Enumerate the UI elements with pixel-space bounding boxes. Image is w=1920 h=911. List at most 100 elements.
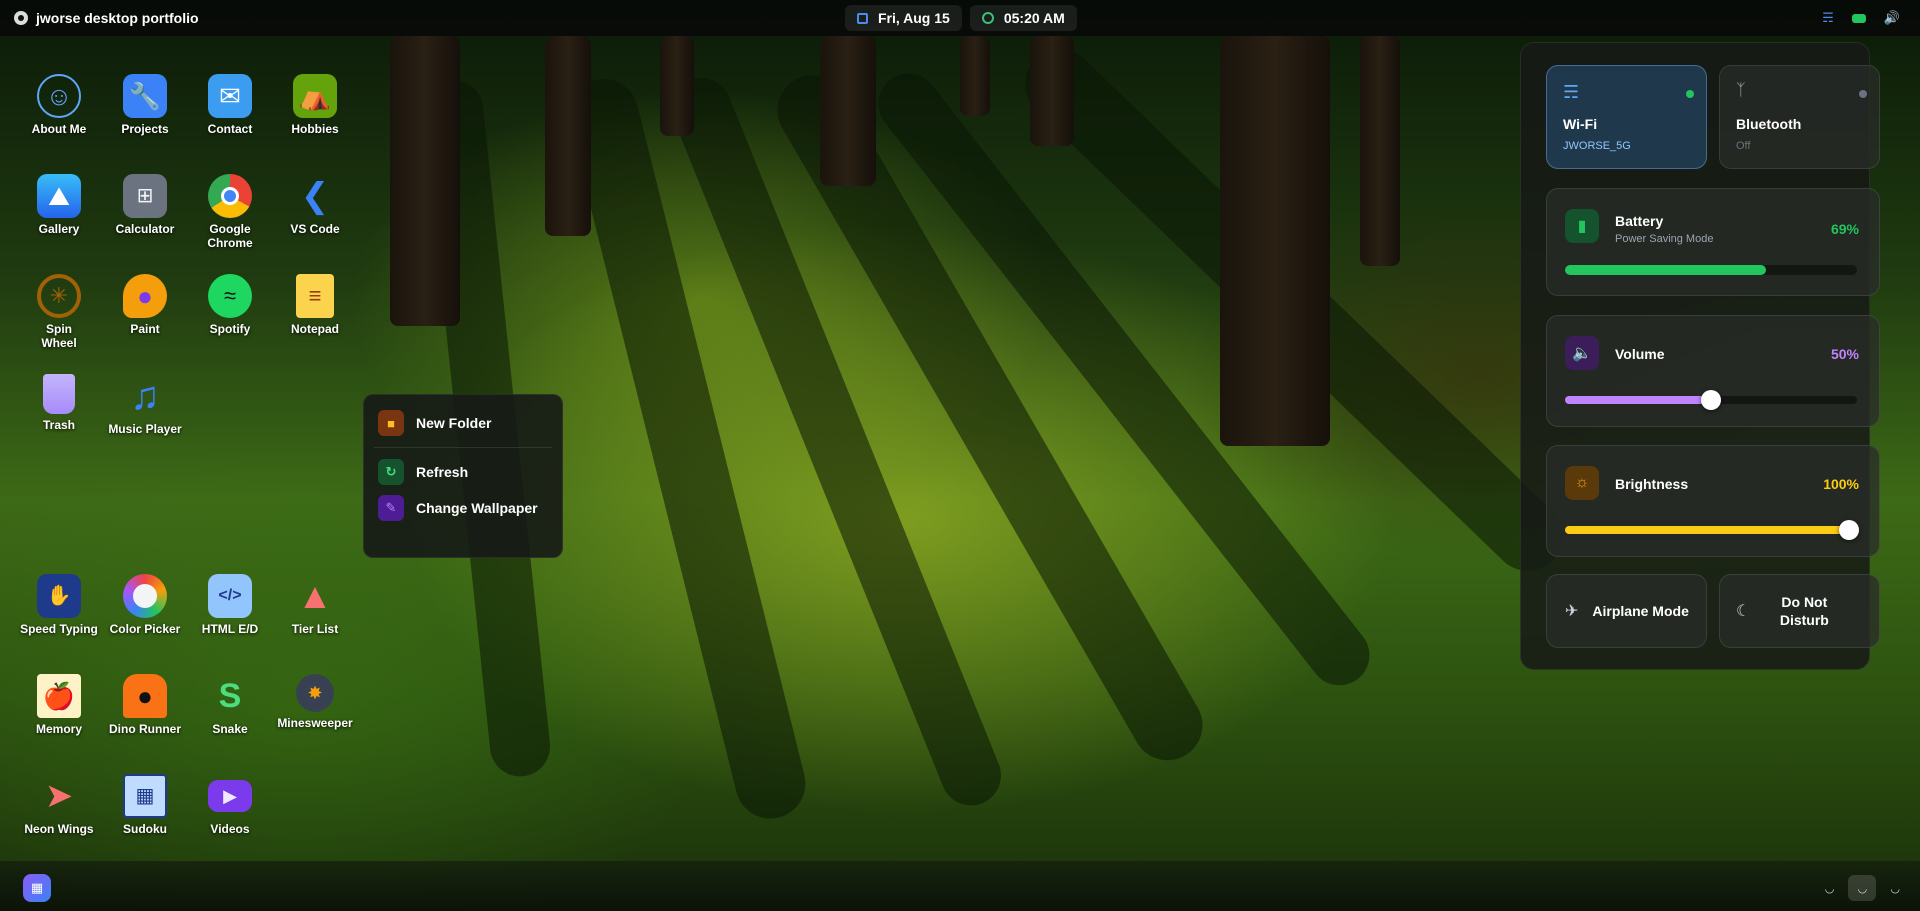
github-icon xyxy=(14,11,28,25)
battery-card: ▮ Battery Power Saving Mode 69% xyxy=(1546,188,1880,296)
refresh-icon: ↻ xyxy=(378,459,404,485)
icon-label: Color Picker xyxy=(109,622,181,636)
datetime: Fri, Aug 15 05:20 AM xyxy=(845,5,1077,31)
pyramid-icon: ▲ xyxy=(297,575,333,616)
menu-item-label: Refresh xyxy=(416,464,469,480)
desktop-icon-projects[interactable]: 🔧 Projects xyxy=(103,74,187,136)
start-button[interactable]: ▦ xyxy=(23,874,51,902)
brightness-label: Brightness xyxy=(1615,476,1689,492)
battery-icon[interactable] xyxy=(1851,13,1866,23)
moon-icon: ☾ xyxy=(1736,603,1751,620)
icon-label: Spin Wheel xyxy=(41,322,77,350)
signal-bars-icon: ◡ xyxy=(1857,882,1868,895)
volume-icon[interactable]: 🔊 xyxy=(1884,10,1900,26)
control-center: ☴ Wi-Fi JWORSE_5G ᛉ Bluetooth Off ▮ Batt… xyxy=(1520,42,1880,670)
vscode-icon: ❮ xyxy=(300,177,330,215)
icon-label: Hobbies xyxy=(291,122,339,136)
airplane-mode-button[interactable]: ✈ Airplane Mode xyxy=(1546,574,1707,648)
desktop-icon-google-chrome[interactable]: Google Chrome xyxy=(188,174,272,250)
date-text: Fri, Aug 15 xyxy=(878,10,950,26)
desktop-icon-contact[interactable]: ✉ Contact xyxy=(188,74,272,136)
desktop-icon-snake[interactable]: S Snake xyxy=(188,674,272,736)
volume-slider-handle[interactable] xyxy=(1701,390,1721,410)
time-pill[interactable]: 05:20 AM xyxy=(969,5,1077,31)
color-wheel-icon xyxy=(123,574,167,618)
brand[interactable]: jworse desktop portfolio xyxy=(14,10,199,26)
taskbar: ▦ ◡ ◡ ◡ xyxy=(0,861,1920,911)
wheel-icon: ✳ xyxy=(37,274,81,318)
volume-slider-fill xyxy=(1565,396,1711,404)
icon-label: HTML E/D xyxy=(201,622,259,636)
icon-label: Spotify xyxy=(209,322,251,336)
icon-label: Calculator xyxy=(115,222,175,236)
brightness-card: ☼ Brightness 100% xyxy=(1546,445,1880,557)
airplane-icon: ✈ xyxy=(1565,603,1579,620)
sun-icon: ☼ xyxy=(1565,466,1599,500)
battery-bar xyxy=(1565,265,1857,275)
spotify-icon: ≈ xyxy=(208,274,252,318)
desktop-icon-speed-typing[interactable]: ✋ Speed Typing xyxy=(17,574,101,636)
desktop-icon-tier-list[interactable]: ▲ Tier List xyxy=(273,574,357,637)
desktop-context-menu: ■ New Folder ↻ Refresh ✎ Change Wallpape… xyxy=(363,394,563,558)
desktop-icon-html-ed[interactable]: </> HTML E/D xyxy=(188,574,272,636)
speaker-icon: 🔈 xyxy=(1565,336,1599,370)
brightness-percent: 100% xyxy=(1823,476,1859,492)
icon-label: Dino Runner xyxy=(109,722,181,736)
desktop-icon-music-player[interactable]: ♫ Music Player xyxy=(103,374,187,436)
control-center-button[interactable]: ◡ xyxy=(1848,875,1877,901)
brightness-slider-handle[interactable] xyxy=(1839,520,1859,540)
menu-item-new-folder[interactable]: ■ New Folder xyxy=(374,405,552,441)
desktop-icon-spotify[interactable]: ≈ Spotify xyxy=(188,274,272,336)
icon-label: Projects xyxy=(121,122,169,136)
top-bar: jworse desktop portfolio Fri, Aug 15 05:… xyxy=(0,0,1920,36)
volume-slider[interactable] xyxy=(1565,390,1857,410)
cards-icon: 🍎 xyxy=(37,674,81,718)
icon-label: Contact xyxy=(207,122,253,136)
notepad-icon: ≡ xyxy=(296,274,334,318)
wifi-icon[interactable]: ☴ xyxy=(1822,10,1834,26)
desktop-icon-neon-wings[interactable]: ➤ Neon Wings xyxy=(17,774,101,836)
dino-icon: ● xyxy=(123,674,167,718)
desktop-icon-notepad[interactable]: ≡ Notepad xyxy=(273,274,357,336)
do-not-disturb-button[interactable]: ☾ Do Not Disturb xyxy=(1719,574,1880,648)
desktop-icon-trash[interactable]: Trash xyxy=(17,374,101,432)
desktop-icon-about-me[interactable]: ☺ About Me xyxy=(17,74,101,136)
desktop-icon-calculator[interactable]: ⊞ Calculator xyxy=(103,174,187,236)
desktop-icon-vs-code[interactable]: ❮ VS Code xyxy=(273,174,357,236)
desktop-icon-dino-runner[interactable]: ● Dino Runner xyxy=(103,674,187,736)
desktop-icon-color-picker[interactable]: Color Picker xyxy=(103,574,187,636)
desktop-icon-paint[interactable]: ● Paint xyxy=(103,274,187,336)
notification-icon[interactable]: ◡ xyxy=(1890,882,1900,895)
bluetooth-toggle[interactable]: ᛉ Bluetooth Off xyxy=(1719,65,1880,169)
icon-label: Paint xyxy=(130,322,160,336)
desktop-icon-memory[interactable]: 🍎 Memory xyxy=(17,674,101,736)
desktop-icon-videos[interactable]: ▶ Videos xyxy=(188,774,272,836)
icon-label: Memory xyxy=(35,722,82,736)
icon-label: Minesweeper xyxy=(277,716,353,730)
brightness-slider[interactable] xyxy=(1565,520,1859,540)
signal-icon[interactable]: ◡ xyxy=(1825,882,1835,895)
wifi-icon: ☴ xyxy=(1563,82,1580,102)
chrome-icon xyxy=(208,174,252,218)
date-pill[interactable]: Fri, Aug 15 xyxy=(845,5,962,31)
tree-trunk xyxy=(1220,36,1330,446)
menu-item-change-wallpaper[interactable]: ✎ Change Wallpaper xyxy=(374,490,552,526)
icon-label: Snake xyxy=(212,722,248,736)
bluetooth-status-dot xyxy=(1859,90,1867,98)
wifi-status-dot xyxy=(1686,90,1694,98)
wifi-toggle[interactable]: ☴ Wi-Fi JWORSE_5G xyxy=(1546,65,1707,169)
desktop-icon-minesweeper[interactable]: ✸ Minesweeper xyxy=(273,674,357,730)
desktop-icon-spin-wheel[interactable]: ✳ Spin Wheel xyxy=(17,274,101,350)
rocket-icon: ➤ xyxy=(44,777,74,815)
menu-item-refresh[interactable]: ↻ Refresh xyxy=(374,454,552,490)
desktop-icon-gallery[interactable]: ⛰ Gallery xyxy=(17,174,101,236)
icon-label: Music Player xyxy=(108,422,182,436)
music-icon: ♫ xyxy=(130,374,160,418)
tree-trunk xyxy=(960,36,990,116)
tree-trunk xyxy=(545,36,591,236)
user-icon: ☺ xyxy=(37,74,81,118)
desktop-icon-hobbies[interactable]: ⛺ Hobbies xyxy=(273,74,357,136)
time-text: 05:20 AM xyxy=(1003,10,1065,26)
desktop-icon-sudoku[interactable]: ▦ Sudoku xyxy=(103,774,187,836)
icon-label: VS Code xyxy=(290,222,340,236)
